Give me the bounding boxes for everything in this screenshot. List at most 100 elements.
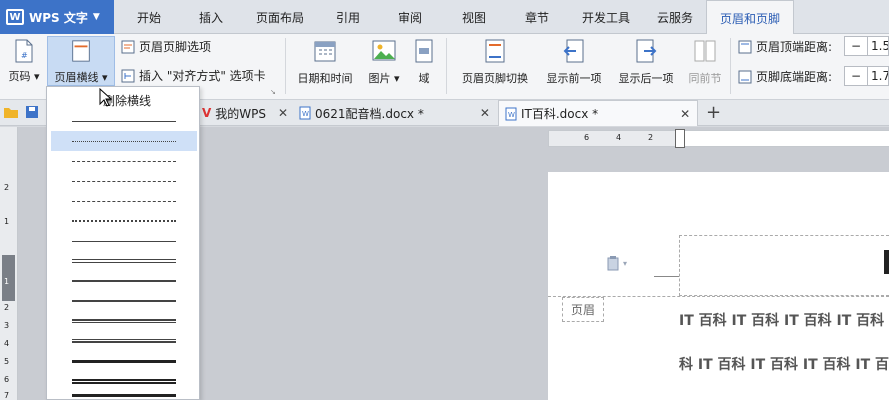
header-distance-input[interactable]: 1.5 (868, 36, 889, 56)
remove-line-menu-item[interactable]: 删除横线 (51, 89, 197, 111)
header-line-button[interactable]: 页眉横线 ▾ (47, 36, 115, 86)
footer-bottom-distance-label: 页脚底端距离: (756, 70, 833, 84)
tab-doc-0621-label: 0621配音档.docx * (315, 106, 424, 121)
page-number-button[interactable]: # 页码 ▾ (4, 38, 44, 84)
svg-text:W: W (508, 111, 515, 119)
wps-logo-icon: W (6, 9, 24, 25)
show-previous-label: 显示前一项 (546, 72, 602, 85)
tab-insert[interactable]: 插入 (180, 0, 242, 34)
line-style-option[interactable] (51, 271, 197, 291)
paste-options-icon[interactable]: ▾ (606, 255, 627, 271)
vertical-ruler: 2 1 1 2 3 4 5 6 7 (0, 127, 18, 400)
line-style-option[interactable] (51, 331, 197, 351)
insert-align-tab-button[interactable]: 插入 "对齐方式" 选项卡 (121, 67, 266, 84)
show-next-label: 显示后一项 (618, 72, 674, 85)
header-line-label: 页眉横线 (54, 71, 99, 84)
line-style-option[interactable] (51, 171, 197, 191)
field-button[interactable]: 域 (410, 38, 438, 86)
header-top-distance-label: 页眉顶端距离: (756, 40, 833, 54)
header-textbox[interactable] (679, 235, 889, 296)
field-icon (415, 39, 433, 63)
tab-review[interactable]: 审阅 (378, 0, 442, 34)
line-style-option[interactable] (51, 151, 197, 171)
show-next-button[interactable]: 显示后一项 (611, 38, 681, 86)
close-icon[interactable]: ✕ (480, 106, 490, 120)
svg-text:#: # (21, 51, 28, 60)
line-style-option[interactable] (51, 251, 197, 271)
chevron-down-icon: ▼ (92, 12, 100, 22)
tab-page-layout[interactable]: 页面布局 (242, 0, 318, 34)
line-style-option[interactable] (51, 371, 197, 391)
calendar-icon (314, 41, 336, 62)
line-style-option[interactable] (51, 131, 197, 151)
header-footer-switch-button[interactable]: 页眉页脚切换 (455, 38, 535, 86)
tab-view[interactable]: 视图 (442, 0, 506, 34)
indent-marker[interactable] (675, 129, 685, 148)
document-icon: W (299, 106, 311, 120)
save-icon[interactable] (25, 105, 39, 119)
tab-mywps-label: 我的WPS (215, 106, 267, 121)
line-style-option[interactable] (51, 291, 197, 311)
divider (446, 38, 447, 94)
date-time-button[interactable]: 日期和时间 (292, 38, 358, 86)
close-icon[interactable]: ✕ (278, 106, 288, 120)
show-previous-button[interactable]: 显示前一项 (539, 38, 609, 86)
tab-header-footer[interactable]: 页眉和页脚 (706, 0, 794, 35)
arrow-right-icon (636, 39, 657, 63)
document-icon: W (505, 107, 517, 120)
header-tag: 页眉 (562, 297, 604, 322)
divider (285, 38, 286, 94)
line-style-option[interactable] (51, 211, 197, 231)
line-style-option[interactable] (51, 231, 197, 251)
options-label: 页眉页脚选项 (139, 40, 212, 54)
tab-doc-it-baike-label: IT百科.docx * (521, 107, 599, 121)
header-line-dropdown: 删除横线 (46, 86, 200, 400)
footer-distance-decrease-button[interactable]: − (844, 66, 868, 86)
line-style-option[interactable] (51, 111, 197, 131)
line-style-option[interactable] (51, 351, 197, 371)
insert-align-tab-label: 插入 "对齐方式" 选项卡 (139, 69, 266, 83)
picture-button[interactable]: 图片 ▾ (364, 38, 404, 86)
dialog-launcher-icon[interactable]: ↘ (270, 88, 276, 96)
field-label: 域 (418, 72, 430, 85)
link-pages-icon (694, 40, 716, 62)
arrow-left-icon (563, 39, 584, 63)
header-footer-options-button[interactable]: 页眉页脚选项 (121, 38, 211, 55)
picture-label: 图片 (368, 72, 391, 85)
tab-mywps[interactable]: V 我的WPS ✕ (196, 100, 294, 126)
divider (654, 276, 679, 277)
header-distance-decrease-button[interactable]: − (844, 36, 868, 56)
switch-icon (485, 39, 505, 63)
close-icon[interactable]: ✕ (680, 107, 690, 121)
body-line-1: IT 百科 IT 百科 IT 百科 IT 百科 IT (679, 313, 889, 329)
date-time-label: 日期和时间 (297, 72, 353, 85)
same-as-previous-label: 同前节 (688, 72, 722, 85)
body-line-2: 科 IT 百科 IT 百科 IT 百科 IT 百科 (679, 357, 889, 373)
line-style-option[interactable] (51, 311, 197, 331)
switch-label: 页眉页脚切换 (462, 72, 528, 85)
tab-developer[interactable]: 开发工具 (568, 0, 644, 34)
line-style-option[interactable] (51, 391, 197, 399)
new-tab-button[interactable]: + (706, 102, 721, 123)
open-folder-icon[interactable] (3, 105, 19, 119)
tab-home[interactable]: 开始 (118, 0, 180, 34)
wps-app-button[interactable]: W WPS 文字 ▼ (0, 0, 114, 34)
tab-doc-0621[interactable]: W 0621配音档.docx * ✕ (293, 100, 496, 126)
svg-text:W: W (302, 110, 309, 118)
picture-icon (372, 40, 396, 61)
wps-app-label: WPS 文字 (29, 10, 88, 25)
tab-references[interactable]: 引用 (318, 0, 378, 34)
header-distance-icon (738, 40, 752, 53)
divider (730, 38, 731, 94)
header-top-distance-row: 页眉顶端距离: (738, 38, 832, 55)
page-number-icon: # (15, 39, 33, 63)
title-fragment (884, 250, 889, 274)
align-tab-icon (121, 69, 135, 82)
tab-section[interactable]: 章节 (506, 0, 568, 34)
line-style-option[interactable] (51, 191, 197, 211)
footer-distance-icon (738, 70, 752, 83)
tab-doc-it-baike[interactable]: W IT百科.docx * ✕ (498, 100, 698, 126)
same-as-previous-button[interactable]: 同前节 (684, 38, 726, 86)
tab-cloud[interactable]: 云服务 (644, 0, 706, 34)
footer-distance-input[interactable]: 1.7 (868, 66, 889, 86)
